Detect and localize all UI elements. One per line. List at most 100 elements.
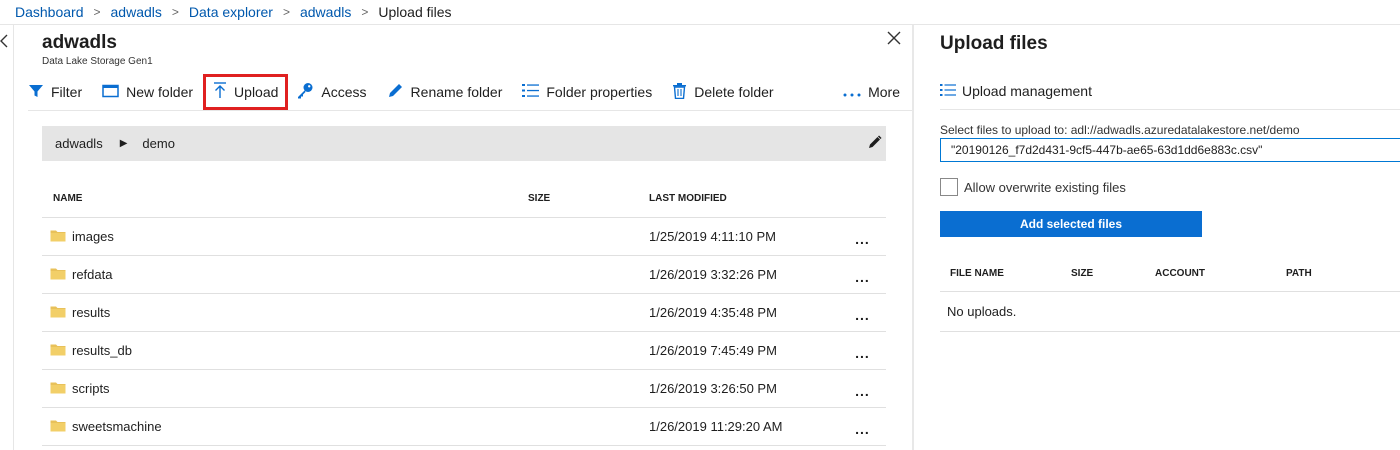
select-files-label: Select files to upload to: adl://adwadls… — [940, 123, 1300, 137]
file-name-cell[interactable]: images — [42, 229, 528, 245]
overwrite-option: Allow overwrite existing files — [940, 178, 1126, 196]
folder-properties-label: Folder properties — [546, 84, 653, 100]
breadcrumb-adwadls-explorer[interactable]: adwadls — [300, 4, 351, 20]
new-folder-icon — [102, 84, 126, 101]
edit-path-icon[interactable] — [868, 135, 882, 152]
column-header-path: PATH — [1286, 267, 1312, 279]
chevron-right-icon: > — [171, 5, 179, 19]
table-row[interactable]: sweetsmachine 1/26/2019 11:29:20 AM... — [42, 408, 886, 446]
chevron-right-icon: > — [282, 5, 290, 19]
uploads-table-header: FILE NAME SIZE ACCOUNT PATH — [940, 255, 1400, 292]
row-more-button[interactable]: ... — [839, 229, 886, 247]
collapse-chevron-icon[interactable] — [0, 33, 8, 51]
path-folder[interactable]: demo — [142, 136, 175, 151]
row-more-button[interactable]: ... — [839, 381, 886, 399]
file-last-modified: 1/26/2019 4:35:48 PM — [649, 305, 777, 320]
rename-folder-label: Rename folder — [410, 84, 503, 100]
upload-blade-title: Upload files — [940, 33, 1048, 54]
chevron-right-icon: > — [93, 5, 101, 19]
ellipsis-icon: ... — [855, 382, 870, 399]
path-root[interactable]: adwadls — [55, 136, 103, 151]
pencil-icon — [387, 82, 411, 102]
file-name-cell[interactable]: scripts — [42, 381, 528, 397]
chevron-right-icon: > — [361, 5, 369, 19]
overwrite-checkbox[interactable] — [940, 178, 958, 196]
breadcrumb-dashboard[interactable]: Dashboard — [15, 4, 84, 20]
column-header-name[interactable]: NAME — [42, 193, 528, 204]
breadcrumb: Dashboard > adwadls > Data explorer > ad… — [0, 0, 1400, 25]
table-header: NAME SIZE LAST MODIFIED — [42, 179, 886, 218]
delete-folder-button[interactable]: Delete folder — [658, 75, 779, 110]
filter-button[interactable]: Filter — [28, 75, 88, 110]
files-table: NAME SIZE LAST MODIFIED images 1/25/2019 … — [42, 179, 886, 446]
more-button[interactable]: More — [829, 75, 913, 110]
table-row[interactable]: scripts 1/26/2019 3:26:50 PM... — [42, 370, 886, 408]
add-selected-files-button[interactable]: Add selected files — [940, 211, 1202, 237]
filter-icon — [28, 83, 51, 102]
table-row[interactable]: results_db 1/26/2019 7:45:49 PM... — [42, 332, 886, 370]
upload-management-button[interactable]: Upload management — [940, 74, 1098, 109]
access-button[interactable]: Access — [292, 75, 372, 110]
column-header-last-modified[interactable]: LAST MODIFIED — [649, 193, 839, 204]
list-icon — [940, 83, 962, 100]
upload-button[interactable]: Upload — [203, 74, 289, 110]
overwrite-label: Allow overwrite existing files — [964, 179, 1126, 195]
filter-label: Filter — [51, 84, 83, 100]
file-name: results_db — [72, 343, 132, 358]
file-name: scripts — [72, 381, 110, 396]
delete-folder-label: Delete folder — [694, 84, 774, 100]
ellipsis-icon: ... — [855, 306, 870, 323]
file-name: sweetsmachine — [72, 419, 162, 434]
folder-icon — [50, 229, 66, 245]
upload-management-label: Upload management — [962, 83, 1092, 99]
new-folder-button[interactable]: New folder — [88, 75, 199, 110]
file-last-modified: 1/26/2019 3:32:26 PM — [649, 267, 777, 282]
blade-title: adwadls — [42, 32, 117, 53]
file-picker-input[interactable]: "20190126_f7d2d431-9cf5-447b-ae65-63d1dd… — [940, 138, 1400, 162]
empty-uploads-message: No uploads. — [940, 292, 1400, 332]
data-explorer-blade: adwadls Data Lake Storage Gen1 Filter Ne… — [14, 25, 913, 450]
row-more-button[interactable]: ... — [839, 419, 886, 437]
table-row[interactable]: images 1/25/2019 4:11:10 PM... — [42, 218, 886, 256]
file-name-cell[interactable]: results — [42, 305, 528, 321]
column-header-size: SIZE — [1071, 267, 1094, 279]
explorer-toolbar: Filter New folder Upload Access Rename f… — [28, 74, 913, 111]
ellipsis-icon — [843, 84, 868, 100]
folder-path-bar: adwadls ▶ demo — [42, 126, 886, 161]
list-icon — [522, 83, 546, 101]
table-row[interactable]: results 1/26/2019 4:35:48 PM... — [42, 294, 886, 332]
file-name-cell[interactable]: refdata — [42, 267, 528, 283]
table-row[interactable]: refdata 1/26/2019 3:32:26 PM... — [42, 256, 886, 294]
file-last-modified: 1/25/2019 4:11:10 PM — [649, 229, 776, 244]
key-icon — [296, 82, 321, 102]
folder-icon — [50, 343, 66, 359]
upload-files-blade: Upload files Upload management Select fi… — [914, 25, 1400, 450]
breadcrumb-data-explorer[interactable]: Data explorer — [189, 4, 273, 20]
file-name-cell[interactable]: results_db — [42, 343, 528, 359]
ellipsis-icon: ... — [855, 230, 870, 247]
file-last-modified: 1/26/2019 3:26:50 PM — [649, 381, 777, 396]
folder-icon — [50, 419, 66, 435]
row-more-button[interactable]: ... — [839, 343, 886, 361]
close-icon[interactable] — [887, 31, 905, 49]
file-last-modified: 1/26/2019 7:45:49 PM — [649, 343, 777, 358]
blade-subtitle: Data Lake Storage Gen1 — [42, 56, 153, 67]
file-last-modified: 1/26/2019 11:29:20 AM — [649, 419, 783, 434]
new-folder-label: New folder — [126, 84, 194, 100]
file-name: refdata — [72, 267, 113, 282]
ellipsis-icon: ... — [855, 344, 870, 361]
folder-icon — [50, 305, 66, 321]
file-name: results — [72, 305, 111, 320]
caret-right-icon: ▶ — [119, 138, 128, 149]
row-more-button[interactable]: ... — [839, 305, 886, 323]
column-header-file-name: FILE NAME — [950, 267, 1004, 279]
row-more-button[interactable]: ... — [839, 267, 886, 285]
folder-icon — [50, 381, 66, 397]
file-name: images — [72, 229, 114, 244]
column-header-size[interactable]: SIZE — [528, 193, 649, 204]
breadcrumb-adwadls[interactable]: adwadls — [111, 4, 162, 20]
rename-folder-button[interactable]: Rename folder — [373, 75, 509, 110]
upload-icon — [213, 82, 234, 102]
folder-properties-button[interactable]: Folder properties — [508, 75, 658, 110]
file-name-cell[interactable]: sweetsmachine — [42, 419, 528, 435]
